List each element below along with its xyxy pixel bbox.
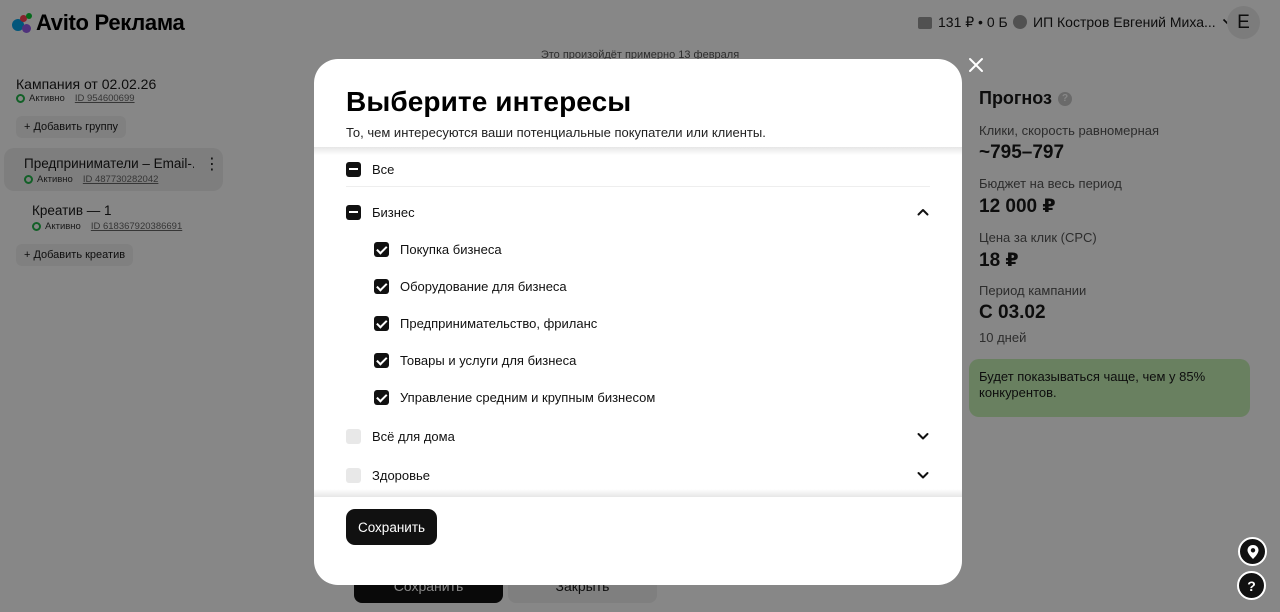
modal-save-button[interactable]: Сохранить — [346, 509, 437, 545]
interest-sub-item[interactable]: Предпринимательство, фриланс — [374, 308, 930, 338]
scroll-shadow-bottom — [314, 489, 962, 497]
checkbox-checked[interactable] — [374, 352, 389, 368]
interest-label: Покупка бизнеса — [400, 241, 502, 257]
interest-label: Товары и услуги для бизнеса — [400, 352, 577, 368]
interest-label: Бизнес — [372, 204, 415, 220]
close-icon[interactable] — [965, 54, 987, 76]
interest-sub-item[interactable]: Оборудование для бизнеса — [374, 271, 930, 301]
interest-home[interactable]: Всё для дома — [346, 421, 930, 451]
interest-business[interactable]: Бизнес — [346, 197, 930, 227]
location-pin-icon[interactable] — [1238, 537, 1267, 566]
checkbox-checked[interactable] — [374, 389, 389, 405]
interest-sub-item[interactable]: Покупка бизнеса — [374, 234, 930, 264]
interest-label: Управление средним и крупным бизнесом — [400, 389, 656, 405]
chevron-up-icon[interactable] — [916, 205, 930, 219]
checkbox-unchecked[interactable] — [346, 467, 361, 483]
interests-modal: Выберите интересы То, чем интересуются в… — [314, 59, 962, 585]
modal-subtitle: То, чем интересуются ваши потенциальные … — [346, 125, 766, 140]
chevron-down-icon[interactable] — [916, 468, 930, 482]
interest-all[interactable]: Все — [346, 154, 930, 184]
interest-health[interactable]: Здоровье — [346, 460, 930, 490]
interest-sub-item[interactable]: Товары и услуги для бизнеса — [374, 345, 930, 375]
interest-label: Все — [372, 161, 395, 177]
interest-sub-item[interactable]: Управление средним и крупным бизнесом — [374, 382, 930, 412]
divider — [346, 186, 930, 187]
interest-label: Всё для дома — [372, 428, 455, 444]
chevron-down-icon[interactable] — [916, 429, 930, 443]
interests-list[interactable]: Все Бизнес Покупка бизнеса Оборудование … — [314, 151, 962, 495]
checkbox-checked[interactable] — [374, 241, 389, 257]
checkbox-indeterminate[interactable] — [346, 204, 361, 220]
interest-label: Предпринимательство, фриланс — [400, 315, 598, 331]
checkbox-unchecked[interactable] — [346, 428, 361, 444]
modal-title: Выберите интересы — [346, 86, 632, 117]
help-question-icon[interactable]: ? — [1237, 571, 1266, 600]
checkbox-checked[interactable] — [374, 315, 389, 331]
interest-label: Оборудование для бизнеса — [400, 278, 567, 294]
interest-label: Здоровье — [372, 467, 431, 483]
checkbox-checked[interactable] — [374, 278, 389, 294]
checkbox-indeterminate[interactable] — [346, 161, 361, 177]
scroll-shadow-top — [314, 147, 962, 155]
